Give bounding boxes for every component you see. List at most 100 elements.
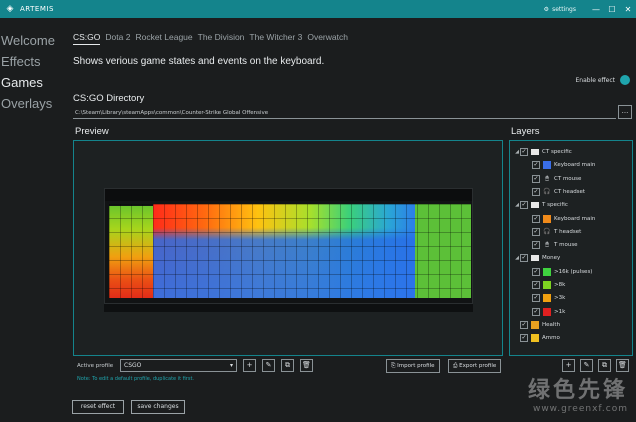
layer-checkbox[interactable]: ✓ bbox=[520, 201, 528, 210]
delete-layer-button[interactable]: 🗑 bbox=[616, 359, 629, 372]
layer-label: Keyboard main bbox=[554, 162, 596, 169]
settings-button[interactable]: ⚙ settings bbox=[544, 6, 576, 13]
layer-checkbox[interactable]: ✓ bbox=[532, 241, 540, 250]
watermark: 绿色先锋 www.greenxf.com bbox=[528, 372, 628, 414]
layer-checkbox[interactable]: ✓ bbox=[520, 334, 528, 343]
layer-checkbox[interactable]: ✓ bbox=[532, 307, 540, 316]
layer-checkbox[interactable]: ✓ bbox=[532, 267, 540, 276]
import-profile-button[interactable]: ⎘ Import profile bbox=[386, 359, 440, 373]
layer-label: >3k bbox=[554, 295, 566, 302]
tab-the-division[interactable]: The Division bbox=[198, 32, 245, 45]
add-layer-button[interactable]: + bbox=[562, 359, 575, 372]
directory-input[interactable]: C:\Steam\Library\steamApps\common\Counte… bbox=[73, 107, 616, 119]
profile-select[interactable]: CSGO ▾ bbox=[120, 359, 237, 372]
duplicate-layer-button[interactable]: ⧉ bbox=[598, 359, 611, 372]
layer-item[interactable]: ✓ Keyboard main bbox=[526, 159, 595, 171]
layer-checkbox[interactable]: ✓ bbox=[520, 148, 528, 156]
effect-description: Shows verious game states and events on … bbox=[73, 56, 325, 67]
layer-item[interactable]: ✓ 🖱 CT mouse bbox=[526, 173, 581, 185]
layer-color-icon bbox=[543, 267, 551, 276]
layer-label: >8k bbox=[554, 282, 566, 288]
tab-dota2[interactable]: Dota 2 bbox=[105, 32, 130, 45]
layer-checkbox[interactable]: ✓ bbox=[532, 294, 540, 303]
browse-button[interactable]: ... bbox=[618, 105, 632, 119]
layer-label: Ammo bbox=[542, 335, 560, 342]
layer-item[interactable]: ◢ ✓ T specific bbox=[514, 199, 568, 211]
sidebar-item-overlays[interactable]: Overlays bbox=[0, 93, 70, 114]
layer-item[interactable]: ✓ >1k bbox=[526, 306, 565, 318]
duplicate-profile-button[interactable]: ⧉ bbox=[281, 359, 294, 372]
layer-label: CT mouse bbox=[554, 175, 582, 182]
enable-effect-label: Enable effect bbox=[575, 76, 615, 84]
export-profile-button[interactable]: ⎙ Export profile bbox=[448, 359, 502, 373]
layer-checkbox[interactable]: ✓ bbox=[532, 281, 540, 289]
layer-label: Health bbox=[542, 321, 561, 328]
sidebar: Welcome Effects Games Overlays bbox=[0, 30, 70, 114]
layer-checkbox[interactable]: ✓ bbox=[520, 320, 528, 329]
layer-color-icon bbox=[531, 320, 539, 329]
layer-item[interactable]: ◢ ✓ CT specific bbox=[514, 146, 572, 158]
tab-csgo[interactable]: CS:GO bbox=[73, 32, 101, 45]
enable-effect-toggle[interactable] bbox=[620, 75, 630, 85]
edit-profile-button[interactable]: ✎ bbox=[262, 359, 275, 372]
layer-item[interactable]: ✓ Ammo bbox=[514, 332, 560, 344]
keyboard-keys bbox=[109, 204, 471, 298]
tab-overwatch[interactable]: Overwatch bbox=[307, 32, 348, 45]
layer-checkbox[interactable]: ✓ bbox=[532, 187, 540, 196]
reset-effect-button[interactable]: reset effect bbox=[72, 400, 124, 414]
chevron-down-icon: ▾ bbox=[229, 362, 233, 369]
layer-item[interactable]: ✓ Keyboard main bbox=[526, 213, 595, 225]
import-profile-label: Import profile bbox=[397, 363, 435, 369]
keyboard-preview bbox=[104, 188, 473, 304]
mouse-icon: 🖱 bbox=[545, 241, 549, 249]
minimize-button[interactable]: — bbox=[588, 0, 604, 18]
layer-checkbox[interactable]: ✓ bbox=[520, 254, 528, 263]
layer-item[interactable]: ✓ 🖱 T mouse bbox=[526, 239, 578, 251]
layer-color-icon bbox=[543, 294, 551, 303]
layer-item[interactable]: ✓ 🎧 T headset bbox=[526, 226, 581, 238]
layer-label: Keyboard main bbox=[554, 215, 596, 222]
add-profile-button[interactable]: + bbox=[243, 359, 256, 372]
tab-rocket-league[interactable]: Rocket League bbox=[135, 32, 192, 45]
folder-icon bbox=[531, 202, 539, 209]
watermark-line1: 绿色先锋 bbox=[527, 378, 628, 403]
tab-the-witcher-3[interactable]: The Witcher 3 bbox=[249, 32, 302, 45]
active-profile-label: Active profile bbox=[77, 363, 114, 369]
layer-item[interactable]: ◢ ✓ Money bbox=[514, 252, 560, 264]
headset-icon: 🎧 bbox=[543, 227, 551, 235]
layer-item[interactable]: ✓ >8k bbox=[526, 279, 565, 291]
settings-label: settings bbox=[552, 5, 576, 13]
layer-label: T headset bbox=[554, 228, 582, 235]
layers-title: Layers bbox=[511, 126, 540, 137]
layer-label: >1k bbox=[554, 308, 566, 315]
sidebar-item-effects[interactable]: Effects bbox=[0, 51, 70, 72]
title-bar: ◈ ARTEMIS ⚙ settings — ☐ ✕ bbox=[0, 0, 636, 18]
sidebar-item-games[interactable]: Games bbox=[0, 72, 70, 93]
folder-icon bbox=[531, 149, 539, 155]
close-button[interactable]: ✕ bbox=[620, 0, 636, 18]
profile-note: Note: To edit a default profile, duplica… bbox=[77, 376, 194, 382]
layer-item[interactable]: ✓ >16k (pulses) bbox=[526, 266, 592, 278]
layer-item[interactable]: ✓ Health bbox=[514, 319, 560, 331]
edit-layer-button[interactable]: ✎ bbox=[580, 359, 593, 372]
layer-label: T mouse bbox=[554, 242, 578, 249]
save-changes-button[interactable]: save changes bbox=[131, 400, 185, 414]
gear-icon: ⚙ bbox=[543, 5, 550, 13]
layer-checkbox[interactable]: ✓ bbox=[532, 161, 540, 170]
layer-item[interactable]: ✓ >3k bbox=[526, 292, 565, 304]
layer-label: Money bbox=[542, 255, 561, 262]
layer-color-icon bbox=[531, 334, 539, 343]
layer-label: CT headset bbox=[554, 188, 586, 195]
maximize-button[interactable]: ☐ bbox=[604, 0, 620, 18]
layer-color-icon bbox=[543, 214, 551, 223]
layers-panel: ◢ ✓ CT specific ✓ Keyboard main ✓ 🖱 CT mouse ✓ 🎧 C… bbox=[509, 140, 633, 356]
app-logo-icon: ◈ bbox=[6, 4, 14, 14]
sidebar-item-welcome[interactable]: Welcome bbox=[0, 30, 70, 51]
headset-icon: 🎧 bbox=[543, 187, 551, 195]
preview-panel bbox=[73, 140, 503, 356]
delete-profile-button[interactable]: 🗑 bbox=[300, 359, 313, 372]
layer-checkbox[interactable]: ✓ bbox=[532, 214, 540, 223]
layer-item[interactable]: ✓ 🎧 CT headset bbox=[526, 186, 585, 198]
layer-checkbox[interactable]: ✓ bbox=[532, 174, 540, 183]
layer-checkbox[interactable]: ✓ bbox=[532, 227, 540, 236]
